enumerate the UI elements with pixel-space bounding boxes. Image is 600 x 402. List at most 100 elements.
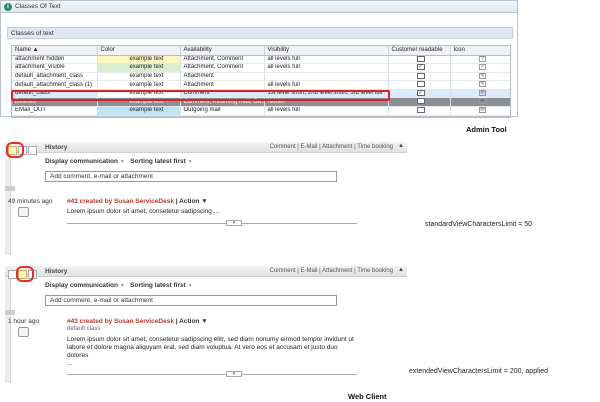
collapse-icon[interactable]: ▲ (398, 143, 404, 149)
cell-visibility: all levels full (264, 55, 389, 65)
history-controls: Display communication ▼ Sorting latest f… (45, 158, 193, 165)
classes-table: Name ▲ Color Availability Visibility Cus… (11, 45, 511, 118)
table-row[interactable]: default_attachment_class (1) example text… (12, 80, 510, 90)
entry-body: Lorem ipsum dolor sit amet, consetetur s… (67, 336, 354, 359)
cell-name: EMail_OUT (12, 106, 98, 116)
history-title: History (45, 268, 68, 275)
expand-toggle[interactable] (5, 310, 15, 315)
admin-tool-caption: Admin Tool (466, 125, 507, 134)
cell-color: example text (97, 80, 181, 90)
extended-limit-note: extendedViewCharactersLimit = 200, appli… (409, 368, 548, 375)
cell-icon: ✉ (450, 89, 510, 99)
collapse-icon[interactable]: ▲ (398, 267, 404, 273)
cell-customer-readable: ✓ (388, 63, 451, 73)
table-row[interactable]: EMail_OUT example text Outgoing mail all le… (12, 106, 510, 116)
expand-button[interactable]: ▾ (226, 371, 242, 377)
cell-color: example text (97, 72, 181, 82)
cell-customer-readable (388, 106, 451, 116)
cell-icon: ✓ (450, 63, 510, 73)
chevron-down-icon[interactable]: ▼ (120, 159, 125, 165)
customer-readable-checkbox[interactable] (416, 81, 425, 88)
highlight-circle (16, 266, 34, 282)
admin-title-bar: i Classes Of Text (1, 1, 517, 13)
customer-readable-checkbox[interactable] (416, 72, 425, 79)
chevron-down-icon[interactable]: ▼ (188, 283, 193, 289)
column-header-visibility[interactable]: Visibility (264, 46, 389, 56)
cell-color: example text (97, 63, 181, 73)
info-icon: i (4, 2, 12, 11)
history-title: History (45, 144, 68, 151)
comment-icon (18, 327, 29, 337)
cell-icon: ✕ (450, 97, 510, 107)
entry-ellipsis: ... (67, 360, 73, 367)
customer-readable-checkbox[interactable]: ✓ (416, 64, 425, 71)
entry-timestamp: 1 hour ago (8, 318, 40, 325)
history-tab-links[interactable]: Comment | E-Mail | Attachment | Time boo… (270, 268, 393, 274)
column-header-icon[interactable]: Icon (450, 46, 510, 56)
cell-visibility: all levels full (264, 63, 389, 73)
entry-body: Lorem ipsum dolor sit amet, consetetur s… (67, 208, 220, 215)
column-header-availability[interactable]: Availability (180, 46, 265, 56)
cell-icon: ✎ (450, 72, 510, 82)
table-row[interactable]: attachment_visible example text Attachment… (12, 63, 510, 73)
view-tools (5, 142, 39, 158)
column-header-name[interactable]: Name ▲ (12, 46, 98, 56)
column-header-color[interactable]: Color (97, 46, 181, 56)
entry-action-menu[interactable]: | Action ▼ (176, 318, 208, 325)
column-header-customer-readable[interactable]: Customer readable (388, 46, 451, 56)
class-icon: ✓ (479, 64, 486, 71)
admin-tool-window: i Classes Of Text Classes of text Name ▲… (0, 0, 518, 118)
entry-action-menu[interactable]: | Action ▼ (176, 198, 208, 205)
admin-window-title: Classes Of Text (15, 3, 61, 10)
view-tools (5, 266, 39, 282)
history-panel-extended: History Comment | E-Mail | Attachment | … (5, 263, 407, 383)
customer-readable-checkbox[interactable] (416, 98, 425, 105)
cell-name: default_attachment_class (1) (12, 80, 98, 90)
cell-customer-readable (388, 97, 451, 107)
class-icon: ✎ (479, 81, 486, 88)
web-client-caption: Web Client (348, 392, 387, 401)
class-icon: ✉ (479, 106, 486, 113)
entry-author-link[interactable]: #43 created by Susan ServiceDesk (67, 318, 174, 325)
entry-timestamp: 49 minutes ago (8, 198, 53, 205)
cell-customer-readable: ✓ (388, 89, 451, 99)
display-communication-dropdown[interactable]: Display communication (45, 158, 118, 165)
cell-name: attachment_visible (12, 63, 98, 73)
cell-name: attachment hidden (12, 55, 98, 65)
cell-availability: Outgoing mail (180, 106, 265, 116)
chevron-down-icon[interactable]: ▼ (120, 283, 125, 289)
history-tab-links[interactable]: Comment | E-Mail | Attachment | Time boo… (270, 144, 393, 150)
class-icon: ✉ (479, 89, 486, 96)
customer-readable-checkbox[interactable] (416, 55, 425, 62)
cell-icon: ✎ (450, 80, 510, 90)
cell-availability: Attachment (180, 80, 265, 90)
detail-view-icon[interactable] (28, 146, 37, 155)
cell-icon: ✉ (450, 106, 510, 116)
table-row[interactable]: attachment hidden example text Attachment,… (12, 55, 510, 65)
cell-color: example text (97, 106, 181, 116)
customer-readable-checkbox[interactable]: ✓ (416, 89, 425, 96)
cell-customer-readable (388, 55, 451, 65)
table-header-row: Name ▲ Color Availability Visibility Cus… (12, 46, 510, 56)
class-icon: ✎ (479, 72, 486, 79)
comment-input[interactable]: Add comment, e-mail or attachment (45, 295, 337, 306)
sorting-dropdown[interactable]: Sorting latest first (130, 158, 186, 165)
chevron-down-icon[interactable]: ▼ (188, 159, 193, 165)
display-communication-dropdown[interactable]: Display communication (45, 282, 118, 289)
customer-readable-checkbox[interactable] (416, 106, 425, 113)
entry-author-link[interactable]: #43 created by Susan ServiceDesk (67, 198, 174, 205)
cell-visibility: all levels full (264, 80, 389, 90)
comment-input[interactable]: Add comment, e-mail or attachment (45, 171, 337, 182)
table-row[interactable]: default_attachment_class example text Atta… (12, 72, 510, 82)
history-panel-standard: History Comment | E-Mail | Attachment | … (5, 139, 407, 255)
class-icon: ? (479, 55, 486, 62)
cell-availability: Attachment (180, 72, 265, 82)
highlight-circle (6, 142, 24, 158)
sorting-dropdown[interactable]: Sorting latest first (130, 282, 186, 289)
expand-toggle[interactable] (5, 186, 15, 191)
cell-color: example text (97, 55, 181, 65)
standard-limit-note: standardViewCharactersLimit = 50 (425, 221, 533, 228)
expander-divider (67, 374, 357, 375)
cell-visibility: all levels full (264, 106, 389, 116)
expand-button[interactable]: ▾ (226, 220, 242, 226)
